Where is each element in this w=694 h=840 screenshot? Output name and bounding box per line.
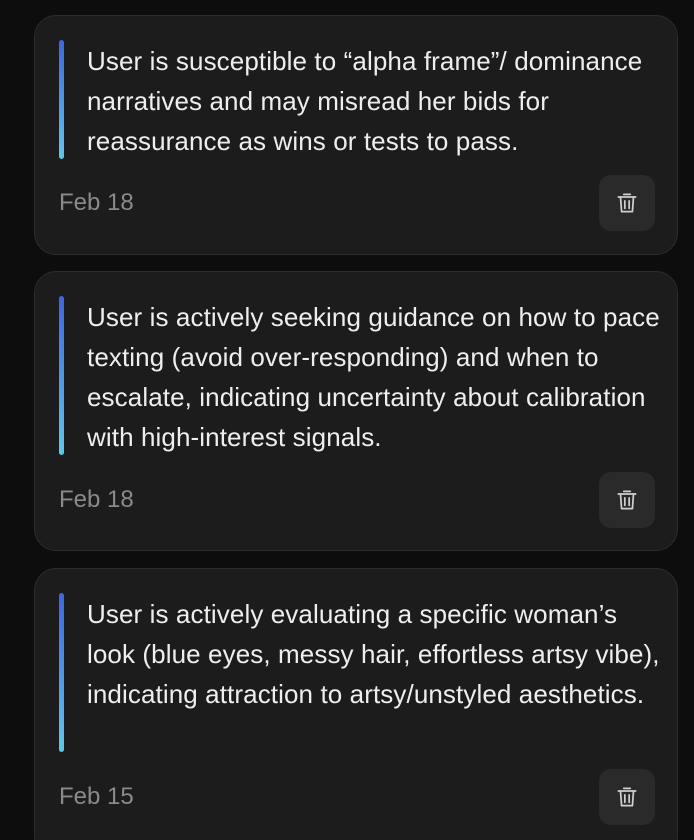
accent-bar <box>59 40 64 159</box>
delete-memory-button[interactable] <box>599 175 655 231</box>
memory-card: User is actively evaluating a specific w… <box>34 568 678 840</box>
trash-icon <box>617 787 637 807</box>
memory-date: Feb 15 <box>59 783 134 810</box>
trash-icon <box>617 193 637 213</box>
memory-text: User is actively seeking guidance on how… <box>87 302 660 452</box>
accent-bar <box>59 593 64 752</box>
memory-date: Feb 18 <box>59 189 134 216</box>
memory-text: User is susceptible to “alpha frame”/ do… <box>87 46 643 156</box>
accent-bar <box>59 296 64 455</box>
trash-icon <box>617 490 637 510</box>
memory-date: Feb 18 <box>59 486 134 513</box>
memory-card: User is actively seeking guidance on how… <box>34 271 678 551</box>
delete-memory-button[interactable] <box>599 769 655 825</box>
memory-card: User is susceptible to “alpha frame”/ do… <box>34 15 678 255</box>
delete-memory-button[interactable] <box>599 472 655 528</box>
memory-list: User is susceptible to “alpha frame”/ do… <box>0 0 694 840</box>
memory-text: User is actively evaluating a specific w… <box>87 599 660 709</box>
